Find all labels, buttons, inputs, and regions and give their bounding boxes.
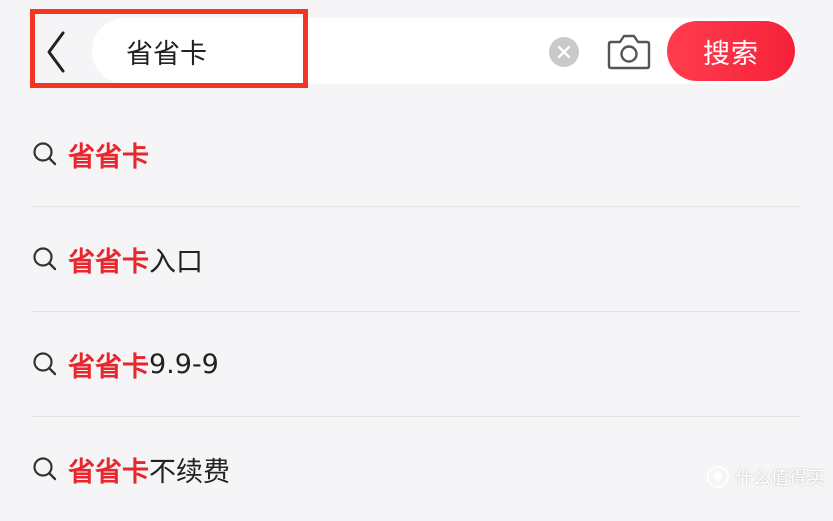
suggestion-highlight: 省省卡 <box>68 246 149 278</box>
search-icon <box>32 456 58 482</box>
camera-button[interactable] <box>606 31 652 71</box>
suggestion-text: 省省卡 9.9-9 <box>68 345 219 384</box>
suggestion-rest: 入口 <box>149 246 203 278</box>
suggestion-rest: 不续费 <box>149 456 230 488</box>
search-button[interactable]: 搜索 <box>667 21 795 81</box>
search-header: 搜索 <box>0 0 833 100</box>
watermark-text: 什么值得买 <box>735 468 825 489</box>
search-icon <box>32 351 58 377</box>
search-icon <box>32 141 58 167</box>
suggestion-text: 省省卡 <box>68 135 149 174</box>
suggestion-item[interactable]: 省省卡 9.9-9 <box>32 312 800 417</box>
search-input[interactable] <box>126 18 526 84</box>
suggestion-highlight: 省省卡 <box>68 351 149 383</box>
suggestion-text: 省省卡 入口 <box>68 240 203 279</box>
suggestion-highlight: 省省卡 <box>68 141 149 173</box>
chevron-left-icon <box>47 31 65 73</box>
suggestion-rest: 9.9-9 <box>149 348 219 380</box>
suggestion-item[interactable]: 省省卡 <box>32 102 800 207</box>
suggestion-list: 省省卡 省省卡 入口 省省卡 9.9-9 省省卡 不续费 <box>32 102 800 521</box>
search-icon <box>32 246 58 272</box>
watermark: 什么值得买 <box>707 464 825 490</box>
back-button[interactable] <box>38 28 74 76</box>
suggestion-item[interactable]: 省省卡 不续费 <box>32 417 800 521</box>
camera-icon <box>607 34 651 70</box>
watermark-logo-icon <box>707 466 729 488</box>
clear-button[interactable] <box>549 37 579 67</box>
clear-circle-icon <box>557 45 571 59</box>
suggestion-highlight: 省省卡 <box>68 456 149 488</box>
suggestion-item[interactable]: 省省卡 入口 <box>32 207 800 312</box>
suggestion-text: 省省卡 不续费 <box>68 450 230 489</box>
